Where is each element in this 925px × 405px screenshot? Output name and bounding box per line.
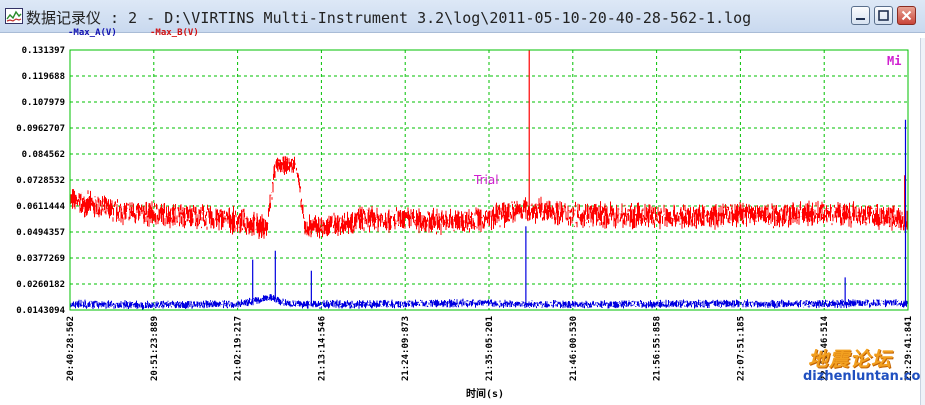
y-tick-label: 0.119688 (22, 72, 65, 82)
data-logger-chart: 0.131397 0.119688 0.107979 0.0962707 0.08456… (0, 28, 925, 405)
y-tick-label: 0.0611444 (16, 202, 65, 212)
legend-max-b: -Max_B(V) (150, 28, 199, 38)
x-axis-label: 时间(s) (466, 389, 505, 400)
minimize-button[interactable] (851, 6, 870, 25)
chart-canvas: 0.131397 0.119688 0.107979 0.0962707 0.08456… (16, 46, 914, 381)
y-tick-label: 0.084562 (22, 150, 65, 160)
right-scroll-edge (920, 38, 925, 405)
corner-label: Mi (887, 54, 902, 68)
y-tick-label: 0.0260182 (16, 280, 65, 290)
y-tick-label: 0.0728532 (16, 176, 65, 186)
window-title: 数据记录仪 : 2 - D:\VIRTINS Multi-Instrument … (26, 9, 752, 27)
chart-app-icon (5, 8, 23, 24)
y-tick-label: 0.107979 (22, 98, 65, 108)
x-tick-label: 21:13:14:546 (317, 316, 327, 381)
x-tick-label: 20:40:28:562 (66, 316, 76, 381)
close-button[interactable] (897, 6, 916, 25)
x-tick-label: 22:07:51:185 (736, 316, 746, 381)
y-tick-label: 0.0494357 (16, 228, 65, 238)
y-tick-label: 0.0962707 (16, 124, 65, 134)
maximize-button[interactable] (874, 6, 893, 25)
watermark-logo-text: 地震论坛 (808, 347, 892, 371)
x-tick-label: 21:46:00:530 (569, 316, 579, 381)
x-tick-label: 21:56:55:858 (653, 316, 663, 381)
y-tick-label: 0.0377269 (16, 254, 65, 264)
x-tick-label: 21:24:09:873 (401, 316, 411, 381)
y-tick-label: 0.0143094 (16, 306, 65, 316)
x-tick-label: 21:35:05:201 (485, 316, 495, 381)
watermark-url: dizhenluntan.com (803, 369, 925, 384)
marker-label: Trial (474, 173, 499, 187)
y-tick-label: 0.131397 (22, 46, 65, 56)
x-tick-label: 21:02:19:217 (234, 316, 244, 381)
x-tick-label: 20:51:23:889 (150, 316, 160, 381)
series-max-b (69, 49, 909, 239)
title-bar: 数据记录仪 : 2 - D:\VIRTINS Multi-Instrument … (0, 0, 925, 33)
legend-max-a: -Max_A(V) (68, 28, 117, 38)
